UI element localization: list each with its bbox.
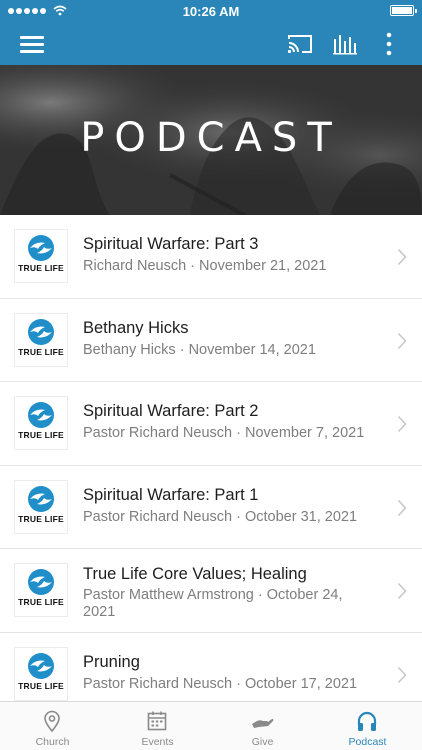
- status-bar: 10:26 AM: [0, 0, 422, 22]
- episode-meta: Pastor Richard Neusch · October 31, 2021: [83, 508, 358, 525]
- giving-hand-icon: [252, 718, 274, 728]
- true-life-logo: TRUE LIFE: [15, 564, 67, 616]
- true-life-logo: TRUE LIFE: [15, 647, 67, 700]
- logo-text: TRUE LIFE: [18, 430, 64, 440]
- tab-label: Give: [251, 736, 274, 748]
- calendar-icon: [147, 711, 167, 731]
- status-time: 10:26 AM: [182, 4, 240, 19]
- chevron-right-icon: [397, 499, 407, 516]
- true-life-logo: TRUE LIFE: [15, 397, 67, 449]
- chevron-right-icon: [397, 415, 407, 433]
- episode-meta: Pastor Richard Neusch · November 7, 2021: [83, 425, 365, 441]
- tab-bar: Church Events Give Podcast: [0, 701, 422, 750]
- true-life-logo: TRUE LIFE: [15, 230, 67, 282]
- logo-text: TRUE LIFE: [18, 263, 64, 273]
- list-item[interactable]: TRUE LIFE Bethany Hicks Bethany Hicks · …: [0, 299, 422, 382]
- episode-title: Bethany Hicks: [83, 318, 189, 337]
- logo-text: TRUE LIFE: [18, 680, 64, 691]
- episode-meta: Richard Neusch · November 21, 2021: [83, 258, 327, 274]
- episode-title: Spiritual Warfare: Part 1: [83, 485, 259, 504]
- true-life-logo-icon: [28, 318, 54, 345]
- more-vertical-icon[interactable]: [380, 31, 398, 57]
- logo-text: TRUE LIFE: [18, 513, 64, 524]
- tab-label: Podcast: [348, 736, 387, 748]
- episode-list: TRUE LIFE Spiritual Warfare: Part 3 Rich…: [0, 215, 422, 701]
- true-life-logo-icon: [28, 235, 54, 261]
- podcast-hero-banner: PODCAST: [0, 65, 422, 215]
- true-life-logo-icon: [28, 652, 54, 679]
- true-life-logo: TRUE LIFE: [15, 313, 67, 366]
- tab-label: Church: [35, 736, 70, 748]
- list-item[interactable]: TRUE LIFE True Life Core Values; Healing…: [0, 549, 422, 633]
- nav-bar: [0, 22, 422, 65]
- battery-icon: [390, 5, 417, 16]
- list-item[interactable]: TRUE LIFE Spiritual Warfare: Part 3 Rich…: [0, 215, 422, 299]
- chevron-right-icon: [397, 582, 407, 600]
- list-item[interactable]: TRUE LIFE Pruning Pastor Richard Neusch …: [0, 633, 422, 702]
- episode-meta: Pastor Matthew Armstrong · October 24, 2…: [83, 587, 343, 620]
- list-item[interactable]: TRUE LIFE Spiritual Warfare: Part 1 Past…: [0, 466, 422, 549]
- chevron-right-icon: [397, 332, 407, 349]
- chevron-right-icon: [397, 666, 407, 683]
- cast-icon[interactable]: [287, 33, 313, 55]
- true-life-logo: TRUE LIFE: [15, 480, 67, 533]
- headphones-icon: [357, 711, 377, 731]
- logo-text: TRUE LIFE: [18, 597, 64, 607]
- episode-title: Spiritual Warfare: Part 2: [83, 402, 259, 420]
- page-title: PODCAST: [80, 115, 342, 161]
- episode-title: True Life Core Values; Healing: [83, 565, 307, 583]
- tab-label: Events: [141, 736, 174, 748]
- location-pin-icon: [44, 710, 60, 733]
- logo-text: TRUE LIFE: [18, 346, 64, 357]
- hamburger-menu-icon[interactable]: [20, 33, 44, 53]
- chevron-right-icon: [397, 248, 407, 266]
- episode-meta: Pastor Richard Neusch · October 17, 2021: [83, 675, 358, 692]
- true-life-logo-icon: [28, 485, 54, 512]
- true-life-logo-icon: [28, 569, 54, 595]
- list-item[interactable]: TRUE LIFE Spiritual Warfare: Part 2 Past…: [0, 382, 422, 466]
- true-life-logo-icon: [28, 402, 54, 428]
- tab-events[interactable]: Events: [105, 702, 210, 750]
- episode-meta: Bethany Hicks · November 14, 2021: [83, 341, 316, 358]
- tab-give[interactable]: Give: [210, 702, 315, 750]
- tab-podcast[interactable]: Podcast: [315, 702, 420, 750]
- tab-church[interactable]: Church: [0, 702, 105, 750]
- audio-bars-icon[interactable]: [332, 33, 358, 55]
- episode-title: Spiritual Warfare: Part 3: [83, 235, 259, 253]
- episode-title: Pruning: [83, 652, 140, 671]
